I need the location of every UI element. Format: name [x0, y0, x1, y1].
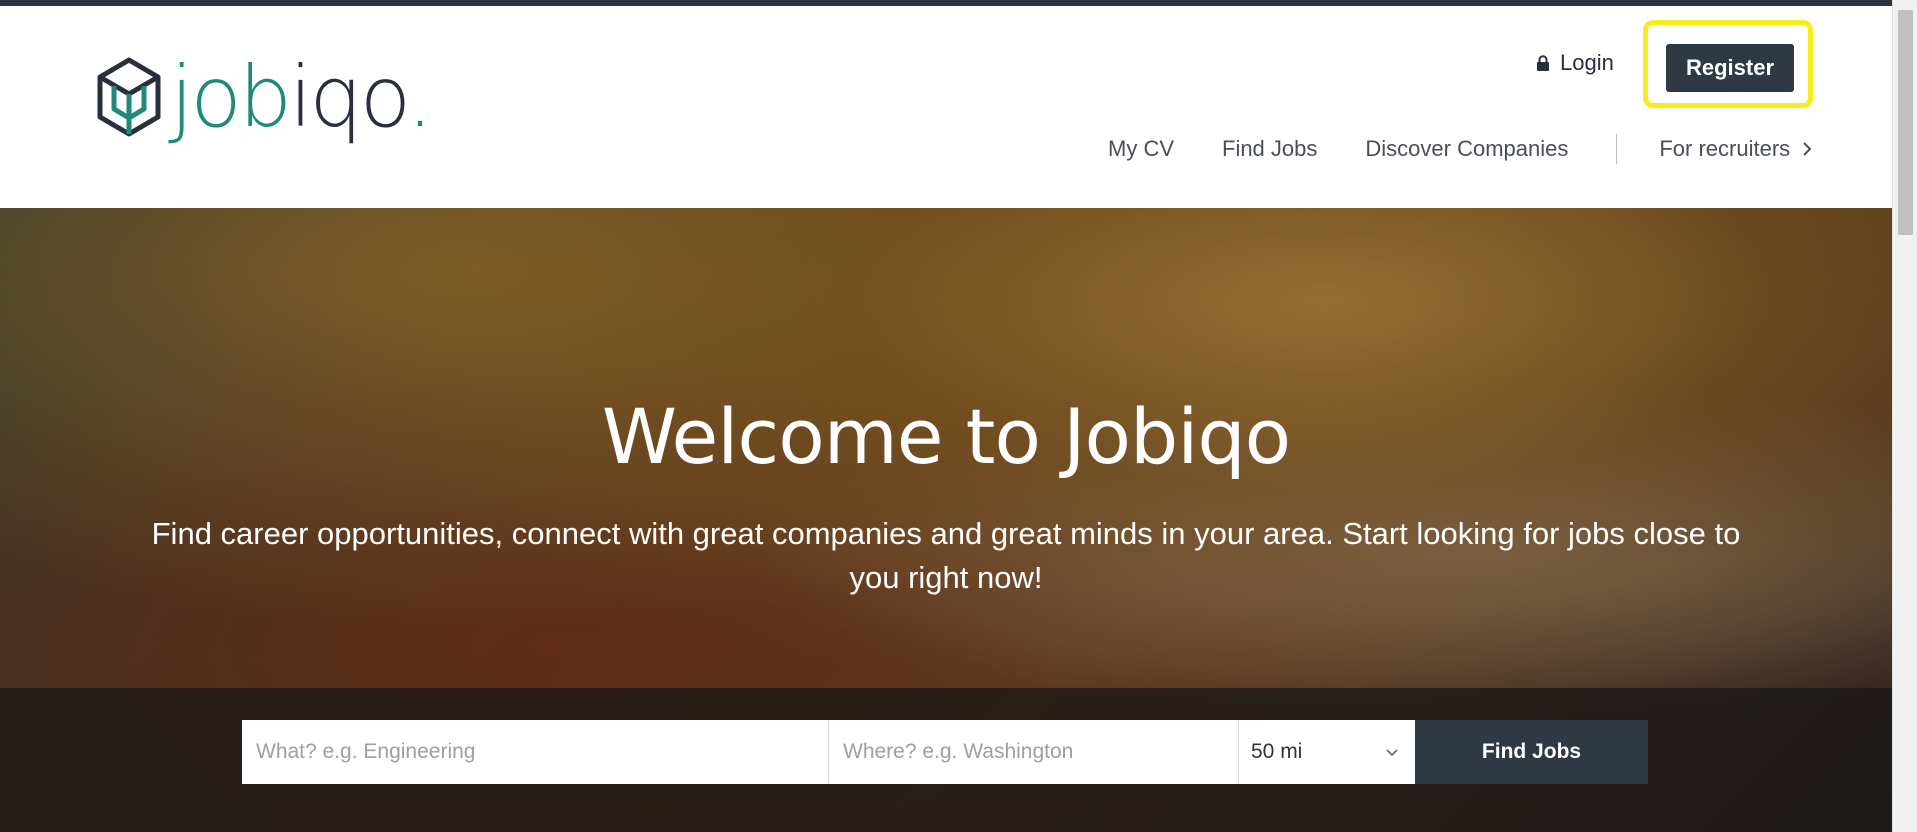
- lock-icon: [1537, 54, 1549, 71]
- chevron-right-icon: [1803, 142, 1812, 156]
- logo-wordmark: jobiqo.: [170, 55, 433, 139]
- job-search-form: 50 mi Find Jobs: [242, 720, 1648, 784]
- hero-title: Welcome to Jobiqo: [601, 392, 1291, 481]
- where-input[interactable]: [829, 720, 1239, 784]
- login-link[interactable]: Login: [1536, 50, 1614, 76]
- for-recruiters-label: For recruiters: [1659, 136, 1791, 161]
- nav-item-discover-companies[interactable]: Discover Companies: [1365, 136, 1568, 162]
- page-scrollbar[interactable]: [1892, 0, 1917, 832]
- what-input[interactable]: [242, 720, 829, 784]
- nav-item-find-jobs[interactable]: Find Jobs: [1222, 136, 1317, 162]
- hero-subtitle: Find career opportunities, connect with …: [151, 516, 1741, 595]
- cube-logo-icon: [97, 57, 161, 137]
- register-button[interactable]: Register: [1666, 44, 1794, 92]
- main-nav: My CV Find Jobs Discover Companies For r…: [1108, 134, 1812, 164]
- chevron-down-icon: [1386, 748, 1398, 756]
- logo-text-job: job: [170, 48, 292, 146]
- nav-item-for-recruiters[interactable]: For recruiters: [1659, 136, 1812, 162]
- radius-value: 50 mi: [1251, 740, 1303, 763]
- nav-divider: [1616, 134, 1618, 164]
- nav-item-my-cv[interactable]: My CV: [1108, 136, 1174, 162]
- site-logo[interactable]: jobiqo.: [94, 54, 433, 140]
- scrollbar-thumb[interactable]: [1898, 10, 1913, 235]
- radius-select[interactable]: 50 mi: [1239, 720, 1415, 784]
- login-label: Login: [1560, 50, 1614, 75]
- logo-dot: .: [406, 48, 434, 146]
- find-jobs-button[interactable]: Find Jobs: [1415, 720, 1648, 784]
- logo-text-o: o: [359, 48, 410, 146]
- logo-text-iq: iq: [289, 48, 363, 146]
- site-header: jobiqo. Login Register My CV Find Jobs D…: [0, 6, 1892, 208]
